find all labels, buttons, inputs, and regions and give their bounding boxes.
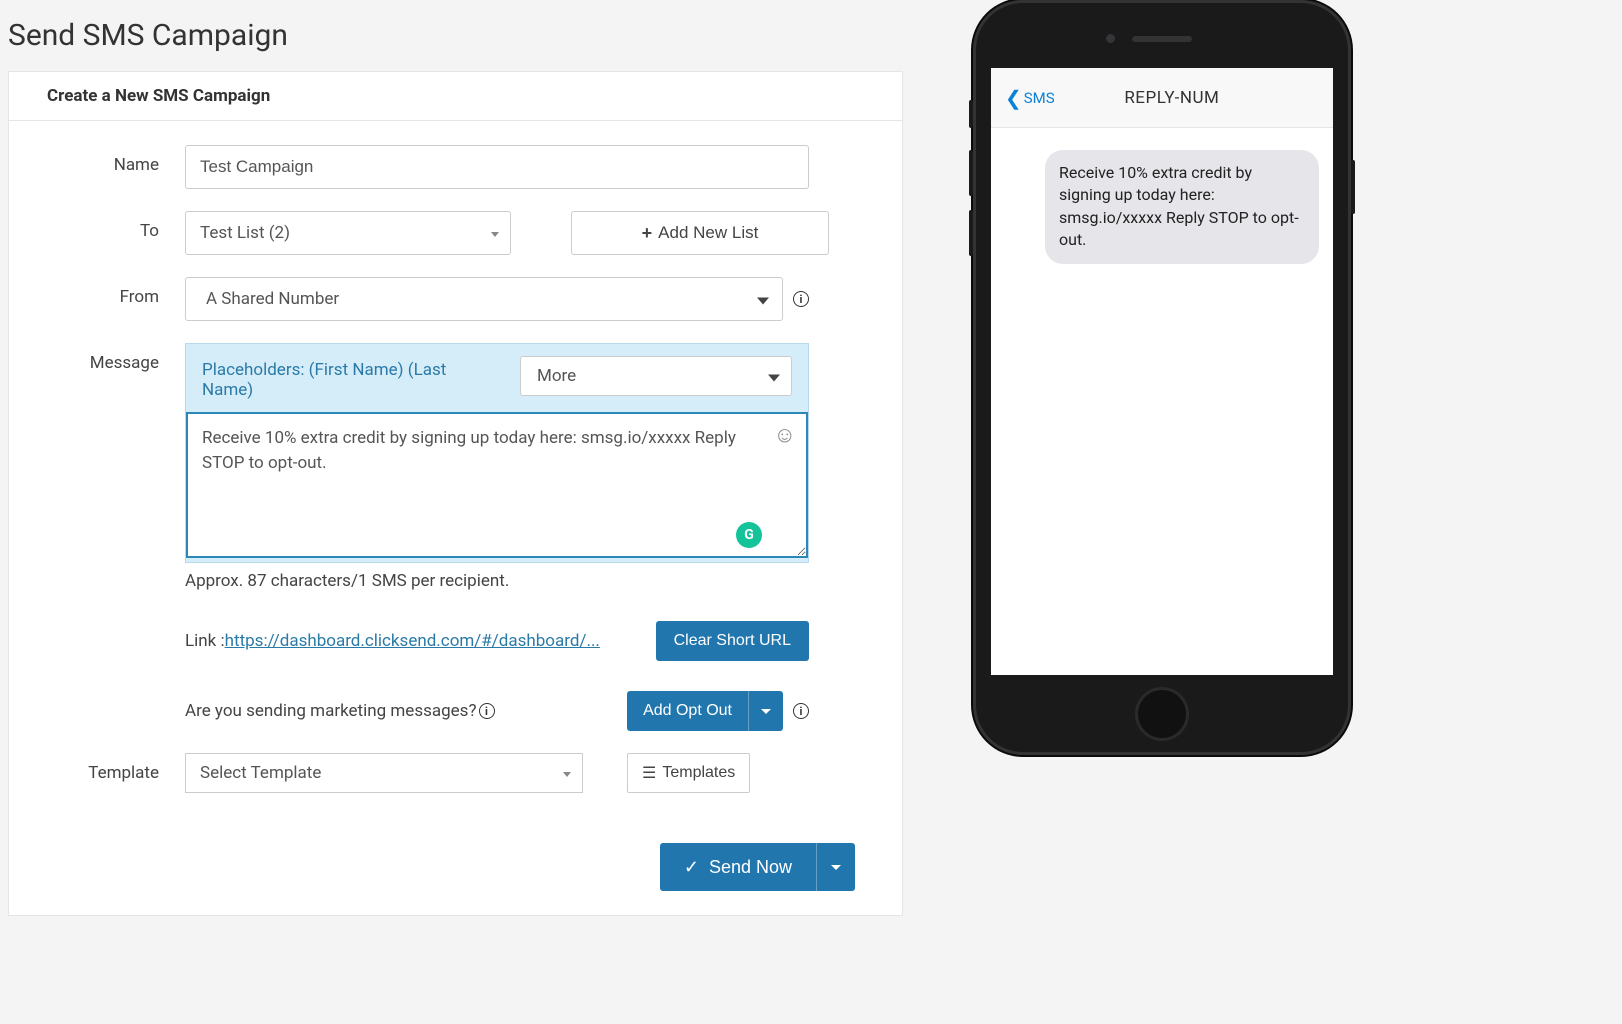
opt-out-label: Add Opt Out	[627, 702, 748, 720]
char-count-text: Approx. 87 characters/1 SMS per recipien…	[185, 571, 809, 591]
info-icon[interactable]: i	[793, 291, 809, 308]
message-label: Message	[55, 343, 185, 373]
templates-label: Templates	[662, 764, 735, 782]
send-label: Send Now	[709, 857, 792, 878]
caret-down-icon[interactable]	[816, 843, 855, 891]
to-label: To	[55, 211, 185, 241]
more-select[interactable]: More	[520, 356, 792, 396]
add-opt-out-button[interactable]: Add Opt Out	[627, 691, 783, 731]
phone-side-button	[1351, 160, 1355, 214]
message-textarea[interactable]	[186, 412, 808, 558]
caret-down-icon[interactable]	[748, 691, 783, 731]
phone-side-button	[969, 150, 973, 196]
chevron-down-icon	[757, 290, 769, 309]
templates-button[interactable]: ☰ Templates	[627, 753, 750, 793]
phone-side-button	[969, 210, 973, 256]
sms-preview-bubble: Receive 10% extra credit by signing up t…	[1045, 150, 1319, 264]
phone-title: REPLY-NUM	[1025, 88, 1319, 108]
phone-side-button	[969, 100, 973, 128]
link-label: Link :	[185, 631, 225, 651]
template-label: Template	[55, 753, 185, 783]
plus-icon: +	[642, 223, 653, 244]
marketing-question: Are you sending marketing messages?	[185, 701, 477, 721]
panel-header: Create a New SMS Campaign	[9, 72, 902, 121]
send-now-button[interactable]: ✓ Send Now	[660, 843, 855, 891]
placeholders-text: Placeholders: (First Name) (Last Name)	[202, 356, 500, 400]
list-icon: ☰	[642, 763, 656, 783]
phone-preview: ❮ SMS REPLY-NUM Receive 10% extra credit…	[973, 0, 1351, 755]
phone-home-button	[1135, 687, 1189, 741]
info-icon[interactable]: i	[793, 703, 809, 720]
from-label: From	[55, 277, 185, 307]
to-select[interactable]: Test List (2)	[185, 211, 511, 255]
grammarly-icon[interactable]: G	[736, 522, 762, 548]
message-block: Placeholders: (First Name) (Last Name) M…	[185, 343, 809, 563]
add-list-button[interactable]: + Add New List	[571, 211, 829, 255]
template-select[interactable]: Select Template	[185, 753, 583, 793]
short-url-link[interactable]: https://dashboard.clicksend.com/#/dashbo…	[225, 631, 600, 651]
emoji-icon[interactable]: ☺	[774, 422, 796, 448]
check-icon: ✓	[684, 857, 699, 878]
name-input[interactable]	[185, 145, 809, 189]
phone-camera	[1106, 34, 1115, 43]
chevron-left-icon: ❮	[1005, 86, 1022, 110]
chevron-down-icon	[768, 367, 780, 386]
add-list-label: Add New List	[658, 223, 758, 243]
page-title: Send SMS Campaign	[8, 0, 903, 71]
phone-header: ❮ SMS REPLY-NUM	[991, 68, 1333, 128]
phone-speaker	[1132, 36, 1192, 42]
campaign-panel: Create a New SMS Campaign Name To Test L…	[8, 71, 903, 916]
info-icon[interactable]: i	[479, 703, 495, 720]
name-label: Name	[55, 145, 185, 175]
from-select[interactable]: A Shared Number	[185, 277, 783, 321]
clear-url-button[interactable]: Clear Short URL	[656, 621, 809, 661]
